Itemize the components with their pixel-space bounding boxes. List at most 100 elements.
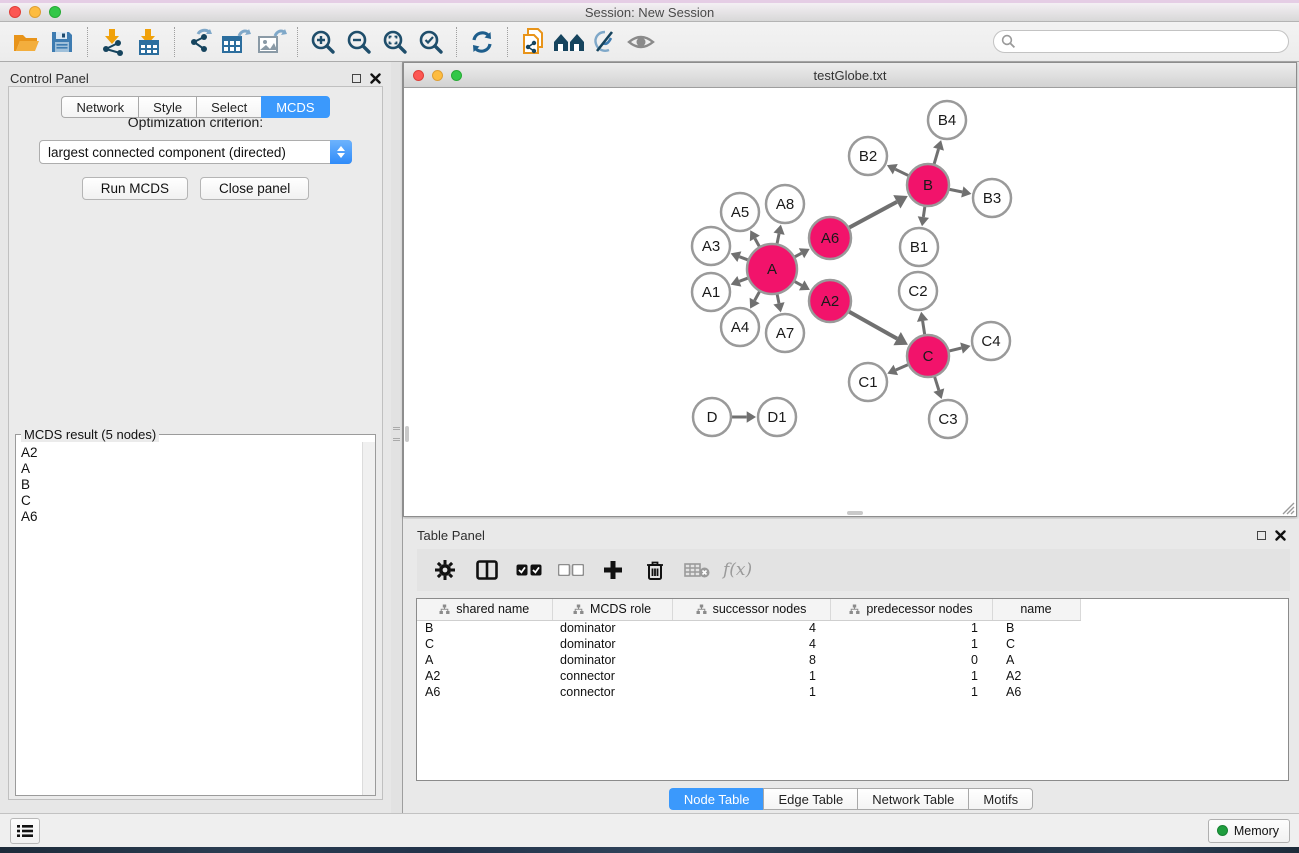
memory-button[interactable]: Memory (1208, 819, 1290, 843)
function-builder-icon[interactable]: f(x) (723, 560, 752, 580)
graph-edge[interactable] (949, 348, 961, 351)
table-cell[interactable]: A6 (992, 684, 1080, 700)
table-cell[interactable]: 1 (830, 668, 992, 684)
graph-edge[interactable] (950, 189, 963, 192)
close-panel-icon[interactable] (370, 73, 381, 84)
search-input[interactable] (993, 30, 1289, 53)
table-options-gear-icon[interactable] (429, 555, 461, 585)
mcds-result-item[interactable]: A2 (21, 445, 362, 461)
hide-style-icon[interactable] (587, 26, 623, 58)
table-cell[interactable]: 1 (672, 684, 830, 700)
table-cell[interactable]: 4 (672, 636, 830, 652)
home-layout-icon[interactable] (551, 26, 587, 58)
graph-edge[interactable] (777, 294, 779, 303)
delete-table-icon[interactable] (681, 555, 713, 585)
table-row[interactable]: Adominator80A (417, 652, 1080, 668)
column-header-mcds-role[interactable]: MCDS role (552, 599, 672, 620)
open-session-icon[interactable] (8, 26, 44, 58)
network-canvas[interactable]: AA1A2A3A4A5A6A7A8BB1B2B3B4CC1C2C3C4DD1 (404, 88, 1296, 516)
mcds-result-item[interactable]: C (21, 493, 362, 509)
save-session-icon[interactable] (44, 26, 80, 58)
graph-edge[interactable] (849, 202, 897, 228)
select-all-checkboxes-icon[interactable] (513, 555, 545, 585)
table-cell[interactable]: 1 (830, 620, 992, 636)
graph-edge[interactable] (795, 253, 802, 257)
tab-mcds[interactable]: MCDS (261, 96, 329, 118)
tab-style[interactable]: Style (138, 96, 196, 118)
table-row[interactable]: A2connector11A2 (417, 668, 1080, 684)
import-network-icon[interactable] (95, 26, 131, 58)
graph-edge[interactable] (755, 238, 759, 246)
column-header-shared-name[interactable]: shared name (417, 599, 552, 620)
graph-edge[interactable] (777, 234, 779, 244)
resize-grip-icon[interactable] (1282, 502, 1295, 515)
column-header-predecessor-nodes[interactable]: predecessor nodes (830, 599, 992, 620)
graph-edge[interactable] (739, 278, 747, 281)
table-row[interactable]: Bdominator41B (417, 620, 1080, 636)
refresh-icon[interactable] (464, 26, 500, 58)
tab-edge-table[interactable]: Edge Table (763, 788, 857, 810)
tab-select[interactable]: Select (196, 96, 261, 118)
horizontal-scroll-indicator[interactable] (847, 511, 863, 515)
result-scrollbar[interactable] (362, 442, 375, 795)
optimization-criterion-select[interactable]: largest connected component (directed) (39, 140, 352, 164)
table-cell[interactable]: C (992, 636, 1080, 652)
zoom-out-icon[interactable] (341, 26, 377, 58)
deselect-all-checkboxes-icon[interactable] (555, 555, 587, 585)
table-cell[interactable]: dominator (552, 652, 672, 668)
table-cell[interactable]: 1 (830, 684, 992, 700)
export-network-icon[interactable] (182, 26, 218, 58)
graph-edge[interactable] (755, 292, 760, 301)
tab-node-table[interactable]: Node Table (669, 788, 764, 810)
table-cell[interactable]: 4 (672, 620, 830, 636)
close-table-panel-icon[interactable] (1275, 530, 1286, 541)
table-cell[interactable]: B (992, 620, 1080, 636)
table-cell[interactable]: connector (552, 668, 672, 684)
graph-edge[interactable] (895, 169, 908, 175)
column-header-successor-nodes[interactable]: successor nodes (672, 599, 830, 620)
new-network-from-selection-icon[interactable] (515, 26, 551, 58)
table-cell[interactable]: dominator (552, 636, 672, 652)
graph-edge[interactable] (896, 365, 908, 370)
network-window-titlebar[interactable]: testGlobe.txt (404, 63, 1296, 88)
table-cell[interactable]: B (417, 620, 552, 636)
mcds-result-item[interactable]: A (21, 461, 362, 477)
mcds-result-item[interactable]: B (21, 477, 362, 493)
table-cell[interactable]: A2 (417, 668, 552, 684)
graph-edge[interactable] (923, 207, 924, 217)
table-cell[interactable]: 0 (830, 652, 992, 668)
export-table-icon[interactable] (218, 26, 254, 58)
delete-columns-icon[interactable] (639, 555, 671, 585)
graph-edge[interactable] (849, 312, 897, 339)
zoom-selected-icon[interactable] (413, 26, 449, 58)
tab-motifs[interactable]: Motifs (968, 788, 1033, 810)
table-cell[interactable]: 1 (830, 636, 992, 652)
column-visibility-icon[interactable] (471, 555, 503, 585)
show-graphics-details-icon[interactable] (623, 26, 659, 58)
float-table-panel-icon[interactable] (1257, 531, 1266, 540)
zoom-fit-icon[interactable] (377, 26, 413, 58)
tab-network[interactable]: Network (61, 96, 138, 118)
table-cell[interactable]: A (417, 652, 552, 668)
zoom-in-icon[interactable] (305, 26, 341, 58)
table-row[interactable]: Cdominator41C (417, 636, 1080, 652)
split-pane-divider[interactable] (391, 62, 403, 813)
graph-edge[interactable] (739, 257, 747, 260)
add-column-icon[interactable] (597, 555, 629, 585)
graph-edge[interactable] (934, 149, 938, 164)
table-cell[interactable]: 1 (672, 668, 830, 684)
table-row[interactable]: A6connector11A6 (417, 684, 1080, 700)
table-cell[interactable]: connector (552, 684, 672, 700)
mcds-result-list[interactable]: A2ABCA6 (16, 442, 362, 795)
close-panel-button[interactable]: Close panel (200, 177, 309, 200)
table-cell[interactable]: dominator (552, 620, 672, 636)
table-cell[interactable]: 8 (672, 652, 830, 668)
task-history-button[interactable] (10, 818, 40, 844)
graph-edge[interactable] (923, 321, 925, 334)
run-mcds-button[interactable]: Run MCDS (82, 177, 188, 200)
export-image-icon[interactable] (254, 26, 290, 58)
vertical-scroll-indicator[interactable] (405, 426, 409, 442)
mcds-result-item[interactable]: A6 (21, 509, 362, 525)
table-cell[interactable]: C (417, 636, 552, 652)
table-cell[interactable]: A (992, 652, 1080, 668)
